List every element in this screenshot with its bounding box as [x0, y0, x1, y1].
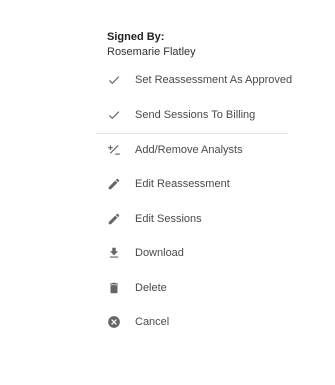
plus-minus-icon	[96, 137, 132, 163]
menu-item-set-reassessment-approved[interactable]: Set Reassessment As Approved	[96, 67, 296, 93]
menu-divider	[96, 133, 288, 134]
menu-item-delete[interactable]: Delete	[96, 275, 296, 301]
trash-icon	[96, 275, 132, 301]
menu-item-send-sessions-billing[interactable]: Send Sessions To Billing	[96, 102, 296, 128]
menu-item-label: Set Reassessment As Approved	[135, 74, 293, 86]
menu-item-label: Add/Remove Analysts	[135, 144, 243, 156]
check-icon	[96, 67, 132, 93]
menu-item-label: Cancel	[135, 316, 170, 328]
pencil-icon	[96, 206, 132, 232]
check-icon	[96, 102, 132, 128]
menu-item-label: Send Sessions To Billing	[135, 109, 256, 121]
menu-item-download[interactable]: Download	[96, 240, 296, 266]
signature-block: Signed By: Rosemarie Flatley	[107, 30, 196, 59]
signed-by-label: Signed By:	[107, 31, 165, 43]
pencil-icon	[96, 171, 132, 197]
menu-item-label: Edit Sessions	[135, 213, 202, 225]
menu-item-cancel[interactable]: Cancel	[96, 309, 296, 335]
cancel-circle-icon	[96, 309, 132, 335]
actions-menu: Signed By: Rosemarie Flatley Set Reasses…	[0, 0, 335, 385]
signer-name: Rosemarie Flatley	[107, 46, 196, 58]
download-icon	[96, 240, 132, 266]
menu-item-label: Edit Reassessment	[135, 178, 230, 190]
menu-item-label: Delete	[135, 282, 167, 294]
menu-item-edit-sessions[interactable]: Edit Sessions	[96, 206, 296, 232]
menu-item-label: Download	[135, 247, 184, 259]
menu-item-add-remove-analysts[interactable]: Add/Remove Analysts	[96, 137, 296, 163]
menu-item-edit-reassessment[interactable]: Edit Reassessment	[96, 171, 296, 197]
